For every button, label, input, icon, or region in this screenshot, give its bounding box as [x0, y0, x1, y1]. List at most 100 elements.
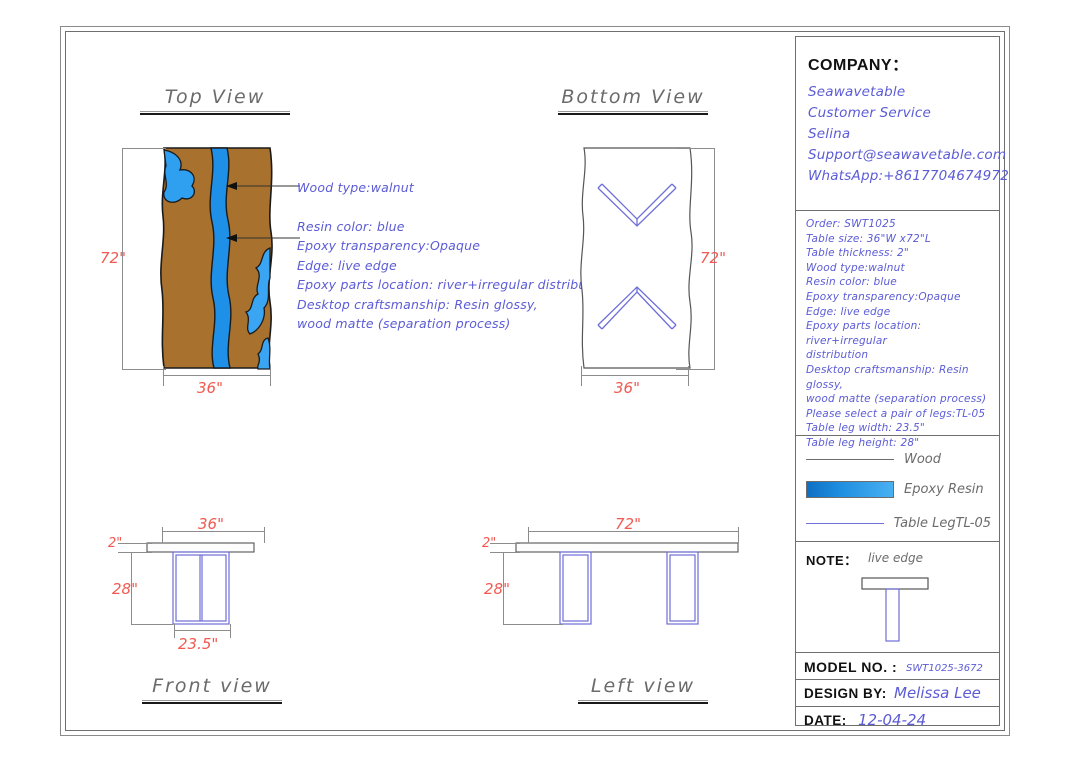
top-view-width-ext-right — [270, 366, 271, 386]
left-view-drawing — [515, 542, 739, 625]
annotation-wood-type: Wood type:walnut — [297, 180, 414, 195]
title-rule-thick — [558, 113, 708, 115]
left-view-title: Left view — [578, 675, 708, 704]
annotation-line-1: Epoxy transparency:Opaque — [297, 238, 481, 253]
design-by-label: DESIGN BY: — [804, 686, 887, 701]
top-view-title: Top View — [140, 86, 290, 115]
titleblock-row-design: DESIGN BY: Melissa Lee — [796, 680, 999, 706]
top-view-width-ext-left — [163, 366, 164, 386]
front-view-width-dim-text: 36" — [198, 515, 224, 533]
design-by-value: Melissa Lee — [894, 684, 981, 702]
legend-row-leg: Table LegTL-05 — [806, 516, 991, 531]
spec-order: Order: SWT1025 — [806, 218, 896, 230]
company-label: COMPANY： — [808, 57, 909, 74]
bottom-view-height-ext-top — [676, 148, 715, 149]
top-view-height-dim-text: 72" — [100, 249, 126, 267]
legend-label-wood: Wood — [904, 452, 942, 467]
top-view-title-label: Top View — [164, 86, 266, 108]
spec-legs: Please select a pair of legs:TL-05 — [806, 407, 986, 420]
spec-leg-width: Table leg width: 23.5" — [806, 422, 925, 435]
top-view-height-ext-bottom — [122, 369, 166, 370]
front-view-legwidth-dim-line — [174, 630, 230, 631]
titleblock-row-model: MODEL NO. : SWT1025-3672 — [796, 653, 999, 679]
bottom-view-width-dim-text: 36" — [614, 379, 640, 397]
top-view-width-dim-line — [163, 375, 270, 376]
front-view-width-ext-left — [162, 527, 163, 543]
title-rule-thick — [142, 702, 282, 704]
company-line-1: Customer Service — [808, 105, 931, 121]
front-view-height-dim-text: 28" — [112, 580, 138, 598]
title-rule-thin — [140, 111, 290, 112]
bottom-view-width-ext-right — [688, 366, 689, 386]
spec-craftsmanship-cont: wood matte (separation process) — [806, 393, 987, 406]
model-no-label: MODEL NO. : — [804, 659, 898, 675]
bottom-view-width-dim-line — [581, 375, 688, 376]
title-rule-thin — [578, 700, 708, 701]
spec-epoxy-location-cont: distribution — [806, 349, 869, 362]
spec-craftsmanship: Desktop craftsmanship: Resin glossy, — [806, 363, 969, 391]
date-label: DATE: — [804, 713, 847, 728]
company-email[interactable]: Support@seawavetable.com — [808, 145, 1009, 166]
front-view-legwidth-ext-left — [174, 624, 175, 638]
note-label: NOTE： — [806, 553, 858, 568]
bottom-view-title-label: Bottom View — [561, 86, 705, 108]
left-view-width-ext-left — [528, 527, 529, 543]
live-edge-diagram — [861, 577, 929, 642]
spec-table-thickness: Table thickness: 2" — [806, 247, 909, 260]
spec-resin-color: Resin color: blue — [806, 276, 897, 289]
spec-epoxy-transparency: Epoxy transparency:Opaque — [806, 290, 961, 303]
bottom-view-width-ext-left — [581, 366, 582, 386]
legend-row-wood: Wood — [806, 452, 991, 467]
spec-wood-type: Wood type:walnut — [806, 261, 905, 274]
annotation-line-5: wood matte (separation process) — [297, 316, 511, 331]
left-view-width-dim-text: 72" — [615, 515, 641, 533]
note-section: NOTE： live edge — [796, 542, 999, 652]
spec-section: Order: SWT1025 Table size: 36"W x72"L Ta… — [796, 211, 999, 449]
front-view-legwidth-dim-text: 23.5" — [178, 635, 219, 653]
date-value: 12-04-24 — [858, 711, 927, 729]
left-view-thickness-ext-bottom — [490, 552, 520, 553]
legend-row-resin: Epoxy Resin — [806, 481, 991, 498]
top-view-leader-lines — [226, 182, 300, 242]
annotation-line-2: Edge: live edge — [297, 257, 397, 273]
note-value: live edge — [868, 551, 923, 565]
front-view-thickness-dim-text: 2" — [108, 536, 123, 551]
front-view-thickness-ext-bottom — [118, 552, 152, 553]
company-whatsapp[interactable]: WhatsApp:+8617704674972 — [808, 166, 1009, 187]
drawing-sheet: Top View 72" 36" Wood type:walnut Resin … — [0, 0, 1080, 764]
title-rule-thick — [140, 113, 290, 115]
company-section: COMPANY： Seawavetable Customer Service S… — [796, 37, 1009, 210]
model-no-value: SWT1025-3672 — [906, 663, 983, 674]
spec-list: Order: SWT1025 Table size: 36"W x72"L Ta… — [806, 217, 993, 451]
title-rule-thin — [142, 700, 282, 701]
company-line-0: Seawavetable — [808, 84, 906, 100]
spec-epoxy-location: Epoxy parts location: river+irregular — [806, 320, 922, 347]
annotation-spacer — [297, 198, 611, 217]
annotation-line-3: Epoxy parts location: river+irregular di… — [297, 277, 612, 292]
leg-line-swatch-icon — [806, 523, 884, 524]
title-rule-thick — [578, 702, 708, 704]
top-view-annotations: Wood type:walnut Resin color: blue Epoxy… — [297, 178, 611, 334]
bottom-view-height-dim-text: 72" — [700, 249, 726, 267]
top-view-height-ext-top — [122, 148, 166, 149]
legend-section: Wood Epoxy Resin Table LegTL-05 — [796, 436, 999, 541]
front-view-legwidth-ext-right — [230, 624, 231, 638]
annotation-line-4: Desktop craftsmanship: Resin glossy, — [297, 296, 538, 312]
front-view-thickness-ext-top — [118, 543, 152, 544]
company-contact-lines: Seawavetable Customer Service Selina Sup… — [808, 82, 1009, 187]
spec-table-size: Table size: 36"W x72"L — [806, 232, 931, 245]
legend-label-resin: Epoxy Resin — [904, 482, 984, 497]
left-view-thickness-dim-text: 2" — [482, 536, 497, 551]
front-view-drawing — [146, 542, 255, 625]
title-block-panel: COMPANY： Seawavetable Customer Service S… — [795, 36, 1009, 729]
front-view-title: Front view — [142, 675, 282, 704]
left-view-height-ext-bottom — [503, 624, 563, 625]
legend-label-leg: Table LegTL-05 — [893, 516, 991, 531]
bottom-view-title: Bottom View — [558, 86, 708, 115]
wood-line-swatch-icon — [806, 459, 894, 460]
annotation-line-0: Resin color: blue — [297, 218, 405, 234]
left-view-title-label: Left view — [590, 675, 696, 697]
titleblock-row-date: DATE: 12-04-24 — [796, 707, 999, 733]
front-view-title-label: Front view — [152, 675, 272, 697]
bottom-view-height-ext-bottom — [676, 369, 715, 370]
